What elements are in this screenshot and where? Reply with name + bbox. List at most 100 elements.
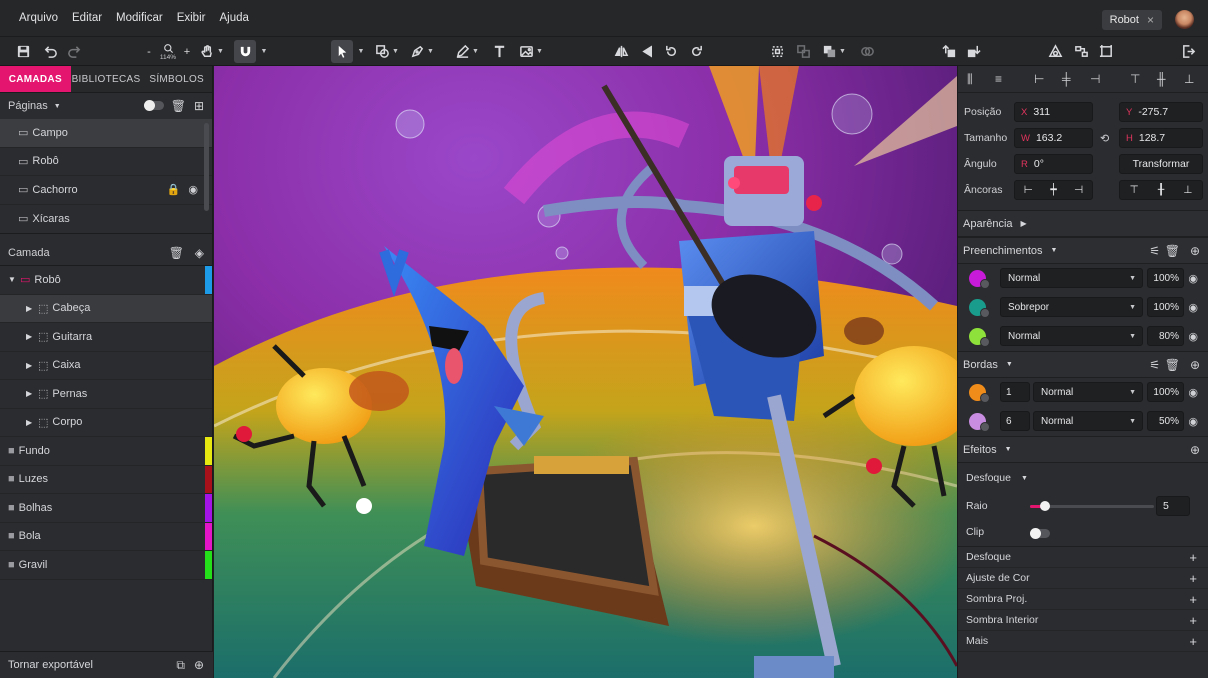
components-icon[interactable]	[1071, 40, 1091, 63]
export-slice-icon[interactable]: ⧉	[176, 658, 185, 673]
flip-horizontal-icon[interactable]	[611, 40, 631, 63]
pen-tool-icon[interactable]: ▼	[410, 40, 434, 63]
fills-chevron-down-icon[interactable]: ▼	[1051, 247, 1058, 254]
align-left-icon[interactable]: ⊢	[1034, 72, 1044, 86]
align-center-h-icon[interactable]: ╪	[1062, 72, 1071, 86]
effect-add-item[interactable]: Sombra Proj. +	[958, 589, 1208, 610]
expand-chevron-right-icon[interactable]: ▶	[26, 361, 34, 370]
menu-modificar[interactable]: Modificar	[109, 12, 170, 24]
expand-chevron-right-icon[interactable]: ▶	[26, 418, 34, 427]
fill-type-icon[interactable]	[980, 279, 990, 289]
height-field[interactable]: H 128.7	[1119, 128, 1203, 148]
radius-field[interactable]: 5	[1156, 496, 1190, 516]
expand-chevron-down-icon[interactable]: ▼	[8, 275, 16, 284]
layer-item[interactable]: ■ Luzes	[0, 465, 212, 494]
clip-toggle[interactable]	[1030, 528, 1050, 539]
expand-chevron-right-icon[interactable]: ▶	[26, 304, 34, 313]
visibility-eye-icon[interactable]: ◉	[1188, 415, 1198, 428]
zoom-out-button[interactable]: -	[143, 40, 155, 63]
ungroup-icon[interactable]	[793, 40, 813, 63]
bring-forward-icon[interactable]	[939, 40, 959, 63]
document-tab[interactable]: Robot ×	[1101, 10, 1162, 30]
menu-exibir[interactable]: Exibir	[170, 12, 213, 24]
effect-add-item[interactable]: Mais +	[958, 631, 1208, 652]
link-proportions-icon[interactable]: ⟲	[1100, 132, 1109, 145]
fill-type-icon[interactable]	[980, 337, 990, 347]
fill-blend-mode-select[interactable]: Normal ▼	[1000, 326, 1143, 346]
text-tool-icon[interactable]	[490, 40, 508, 63]
rotate-right-icon[interactable]	[686, 40, 706, 63]
delete-layer-icon[interactable]: 🗑	[169, 246, 184, 260]
border-width-field[interactable]: 6	[1000, 411, 1030, 431]
redo-icon[interactable]	[64, 40, 84, 63]
hand-tool-icon[interactable]: ▼	[197, 40, 227, 63]
group-selection-icon[interactable]	[767, 40, 787, 63]
anchor-center-h-icon[interactable]: ┿	[1050, 184, 1056, 196]
layer-item[interactable]: ■ Bola	[0, 522, 212, 551]
tab-camadas[interactable]: CAMADAS	[0, 66, 71, 92]
tab-bibliotecas[interactable]: BIBLIOTECAS	[71, 66, 142, 92]
layer-item[interactable]: ▶ ⬚ Pernas	[0, 380, 212, 409]
border-settings-icon[interactable]: ⚟	[1149, 358, 1160, 372]
border-blend-mode-select[interactable]: Normal ▼	[1033, 411, 1143, 431]
fill-opacity-field[interactable]: 100%	[1147, 268, 1184, 288]
layer-item[interactable]: ■ Fundo	[0, 437, 212, 466]
undo-icon[interactable]	[40, 40, 60, 63]
anchor-top-icon[interactable]: ⊤	[1130, 184, 1139, 196]
position-x-field[interactable]: X 311	[1014, 102, 1093, 122]
plus-icon[interactable]: +	[1189, 550, 1197, 565]
pointer-tool-icon[interactable]	[331, 40, 353, 63]
canvas[interactable]	[214, 66, 957, 678]
effects-chevron-down-icon[interactable]: ▼	[1005, 446, 1012, 453]
distribute-horizontal-icon[interactable]: ⫼	[967, 72, 973, 87]
plus-icon[interactable]: +	[1189, 592, 1197, 607]
layer-item[interactable]: ▼ ▭ Robô	[0, 266, 212, 295]
pencil-tool-icon[interactable]: ▼	[450, 40, 484, 63]
shape-tool-icon[interactable]: ▼	[370, 40, 404, 63]
radius-slider[interactable]	[1030, 501, 1154, 511]
align-right-icon[interactable]: ⊣	[1090, 72, 1100, 86]
page-item[interactable]: ▭ Robô	[0, 148, 212, 176]
plus-icon[interactable]: +	[1189, 634, 1197, 649]
effect-add-item[interactable]: Desfoque +	[958, 547, 1208, 568]
zoom-control[interactable]: 114%	[156, 40, 180, 63]
image-tool-icon[interactable]: ▼	[514, 40, 548, 63]
magnet-snap-icon[interactable]	[234, 40, 256, 63]
border-type-icon[interactable]	[980, 393, 990, 403]
zoom-in-button[interactable]: +	[181, 40, 193, 63]
add-effect-icon[interactable]: ⊕	[1190, 443, 1200, 457]
page-item[interactable]: ▭ Cachorro 🔒 ◉	[0, 176, 212, 205]
layer-item[interactable]: ▶ ⬚ Cabeça	[0, 294, 212, 323]
effect-add-item[interactable]: Sombra Interior +	[958, 610, 1208, 631]
menu-arquivo[interactable]: Arquivo	[12, 12, 65, 24]
fill-blend-mode-select[interactable]: Normal ▼	[1000, 268, 1143, 288]
border-blend-mode-select[interactable]: Normal ▼	[1033, 382, 1143, 402]
hidden-eye-icon[interactable]: ◉	[188, 183, 198, 196]
distribute-vertical-icon[interactable]: ≡	[995, 72, 1002, 86]
page-item[interactable]: ▭ Xícaras	[0, 205, 212, 234]
layer-item[interactable]: ▶ ⬚ Guitarra	[0, 323, 212, 352]
anchor-bottom-icon[interactable]: ⊥	[1183, 184, 1192, 196]
visibility-eye-icon[interactable]: ◉	[1188, 272, 1198, 285]
lock-icon[interactable]: 🔒	[167, 183, 181, 196]
rotate-left-icon[interactable]	[661, 40, 681, 63]
border-opacity-field[interactable]: 50%	[1147, 411, 1184, 431]
page-item[interactable]: ▭ Campo	[0, 119, 212, 148]
fill-opacity-field[interactable]: 80%	[1147, 326, 1184, 346]
layer-item[interactable]: ■ Gravil	[0, 551, 212, 580]
radius-slider-handle[interactable]	[1039, 501, 1050, 511]
fill-settings-icon[interactable]: ⚟	[1149, 244, 1160, 258]
position-y-field[interactable]: Y -275.7	[1119, 102, 1203, 122]
layer-item[interactable]: ▶ ⬚ Caixa	[0, 352, 212, 380]
anchor-middle-v-icon[interactable]: ╂	[1158, 184, 1164, 196]
border-opacity-field[interactable]: 100%	[1147, 382, 1184, 402]
visibility-eye-icon[interactable]: ◉	[1188, 386, 1198, 399]
pages-chevron-down-icon[interactable]: ▼	[54, 103, 61, 110]
add-border-icon[interactable]: ⊕	[1190, 358, 1200, 372]
transform-button[interactable]: Transformar	[1119, 154, 1203, 174]
artboard-icon[interactable]	[1096, 40, 1116, 63]
menu-editar[interactable]: Editar	[65, 12, 109, 24]
appearance-section[interactable]: Aparência ▶	[958, 210, 1208, 237]
anchor-right-icon[interactable]: ⊣	[1074, 184, 1083, 196]
boolean-ops-icon[interactable]: ▼	[817, 40, 851, 63]
